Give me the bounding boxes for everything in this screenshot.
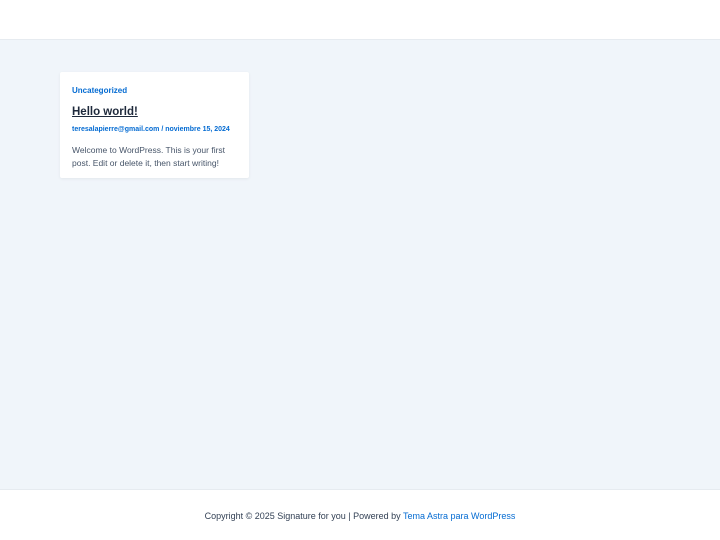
copyright-text: Copyright © 2025 Signature for you | Pow… bbox=[204, 511, 404, 521]
site-footer: Copyright © 2025 Signature for you | Pow… bbox=[0, 489, 720, 540]
post-author-link[interactable]: teresalapierre@gmail.com bbox=[72, 126, 159, 133]
site-header bbox=[0, 0, 720, 40]
post-meta: teresalapierre@gmail.com / noviembre 15,… bbox=[72, 125, 237, 134]
post-category-link[interactable]: Uncategorized bbox=[72, 86, 237, 96]
footer-copyright: Copyright © 2025 Signature for you | Pow… bbox=[0, 510, 720, 522]
post-card: Uncategorized Hello world! teresalapierr… bbox=[60, 72, 249, 178]
post-title-link[interactable]: Hello world! bbox=[72, 105, 237, 119]
theme-credit-link[interactable]: Tema Astra para WordPress bbox=[403, 511, 515, 521]
main-content: Uncategorized Hello world! teresalapierr… bbox=[0, 41, 720, 489]
post-excerpt: Welcome to WordPress. This is your first… bbox=[72, 145, 226, 168]
post-date: noviembre 15, 2024 bbox=[165, 126, 230, 133]
